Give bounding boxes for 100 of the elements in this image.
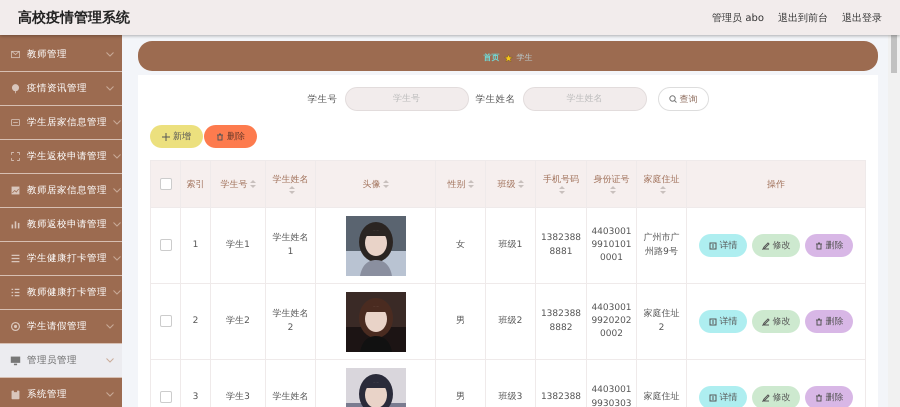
table-cell: 学生2 <box>210 284 266 360</box>
edit-button[interactable]: 修改 <box>752 386 800 407</box>
sidebar-item[interactable]: 教师管理 <box>0 38 122 72</box>
sidebar-item[interactable]: 教师健康打卡管理 <box>0 276 122 310</box>
sidebar-item[interactable]: 管理员管理 <box>0 344 122 378</box>
scrollbar[interactable] <box>888 35 900 407</box>
checkbox[interactable] <box>160 390 172 403</box>
trash-icon <box>814 318 822 326</box>
table-cell: 440300199202020002 <box>586 284 636 360</box>
menu-item-icon <box>10 49 21 60</box>
table-cell: 班级1 <box>486 208 536 284</box>
add-button[interactable]: 新增 <box>150 125 203 148</box>
sidebar-item[interactable]: 系统管理 <box>0 378 122 407</box>
sidebar-item[interactable]: 学生返校申请管理 <box>0 140 122 174</box>
search-button[interactable]: 查询 <box>658 87 708 111</box>
search-icon <box>668 95 676 103</box>
checkbox[interactable] <box>160 238 172 251</box>
sort-icon[interactable] <box>660 186 666 194</box>
menu-item-icon <box>10 185 21 196</box>
menu-item-icon <box>10 355 21 366</box>
table-cell: 班级2 <box>486 284 536 360</box>
chevron-down-icon <box>106 52 114 57</box>
sort-icon[interactable] <box>250 180 256 188</box>
column-header: 手机号码 <box>543 174 579 184</box>
sort-icon[interactable] <box>382 180 388 188</box>
detail-button[interactable]: 详情 <box>699 310 747 333</box>
table-cell: 广州市广州路9号 <box>636 208 686 284</box>
table-cell: 学生姓名1 <box>266 208 316 284</box>
edit-button[interactable]: 修改 <box>752 310 800 333</box>
sort-icon[interactable] <box>468 180 474 188</box>
delete-button[interactable]: 删除 <box>805 386 853 407</box>
chevron-down-icon <box>106 324 114 329</box>
sort-icon[interactable] <box>610 186 616 194</box>
table-cell: 2 <box>180 284 210 360</box>
trash-icon <box>216 132 224 140</box>
chevron-down-icon <box>106 392 114 397</box>
menu-item-icon <box>10 83 21 94</box>
menu-item-icon <box>10 219 21 230</box>
chevron-down-icon <box>113 120 121 125</box>
chevron-down-icon <box>106 86 114 91</box>
delete-button[interactable]: 删除 <box>204 125 257 148</box>
app-title: 高校疫情管理系统 <box>18 8 130 26</box>
detail-button[interactable]: 详情 <box>699 234 747 257</box>
table-cell: 男 <box>436 284 486 360</box>
table-cell: 家庭住址2 <box>636 284 686 360</box>
sidebar-item[interactable]: 学生健康打卡管理 <box>0 242 122 276</box>
table-cell: 440300199101010001 <box>586 208 636 284</box>
sidebar-item[interactable]: 疫情资讯管理 <box>0 72 122 106</box>
table-cell: 学生1 <box>210 208 266 284</box>
sidebar-item[interactable]: 教师返校申请管理 <box>0 208 122 242</box>
plus-icon <box>162 132 170 140</box>
header-link[interactable]: 退出登录 <box>842 10 882 24</box>
chevron-down-icon <box>106 358 114 363</box>
column-header: 身份证号 <box>594 174 630 184</box>
trash-icon <box>814 242 822 250</box>
header-link[interactable]: 退出到前台 <box>778 10 828 24</box>
breadcrumb-link[interactable]: 首页 <box>484 52 500 63</box>
detail-button[interactable]: 详情 <box>699 386 747 407</box>
table-cell: 女 <box>436 208 486 284</box>
menu-item-icon <box>10 151 21 162</box>
checkbox[interactable] <box>160 178 172 190</box>
sort-icon[interactable] <box>518 180 524 188</box>
trash-icon <box>814 394 822 402</box>
field-label: 学生号 <box>308 92 338 106</box>
sidebar-item[interactable]: 教师居家信息管理 <box>0 174 122 208</box>
column-header: 学生姓名 <box>272 174 308 184</box>
sort-icon[interactable] <box>288 186 294 194</box>
table-cell: 13823888881 <box>536 208 586 284</box>
chevron-down-icon <box>113 222 121 227</box>
table-cell: 1 <box>180 208 210 284</box>
star-icon <box>504 54 512 63</box>
menu-item-icon <box>10 253 21 264</box>
column-header: 家庭住址 <box>644 174 680 184</box>
chevron-down-icon <box>113 290 121 295</box>
column-header: 班级 <box>498 180 516 190</box>
pencil-icon <box>762 242 770 250</box>
column-header: 学生号 <box>220 180 248 190</box>
menu-item-icon <box>10 117 21 128</box>
sidebar-item[interactable]: 学生居家信息管理 <box>0 106 122 140</box>
delete-button[interactable]: 删除 <box>805 310 853 333</box>
pencil-icon <box>762 394 770 402</box>
column-header: 操作 <box>767 180 785 190</box>
menu-item-icon <box>10 287 21 298</box>
pencil-icon <box>762 318 770 326</box>
chevron-down-icon <box>113 154 121 159</box>
document-icon <box>708 318 716 326</box>
delete-button[interactable]: 删除 <box>805 234 853 257</box>
column-header: 性别 <box>448 180 466 190</box>
column-header: 索引 <box>186 180 204 190</box>
user-label: 管理员 abo <box>712 12 764 24</box>
document-icon <box>708 394 716 402</box>
edit-button[interactable]: 修改 <box>752 234 800 257</box>
menu-item-icon <box>10 321 21 332</box>
document-icon <box>708 242 716 250</box>
scrollbar-thumb[interactable] <box>891 35 897 73</box>
sort-icon[interactable] <box>559 186 565 194</box>
chevron-down-icon <box>113 188 121 193</box>
checkbox[interactable] <box>160 314 172 327</box>
table-cell: 学生姓名2 <box>266 284 316 360</box>
table-cell: 13823888882 <box>536 284 586 360</box>
